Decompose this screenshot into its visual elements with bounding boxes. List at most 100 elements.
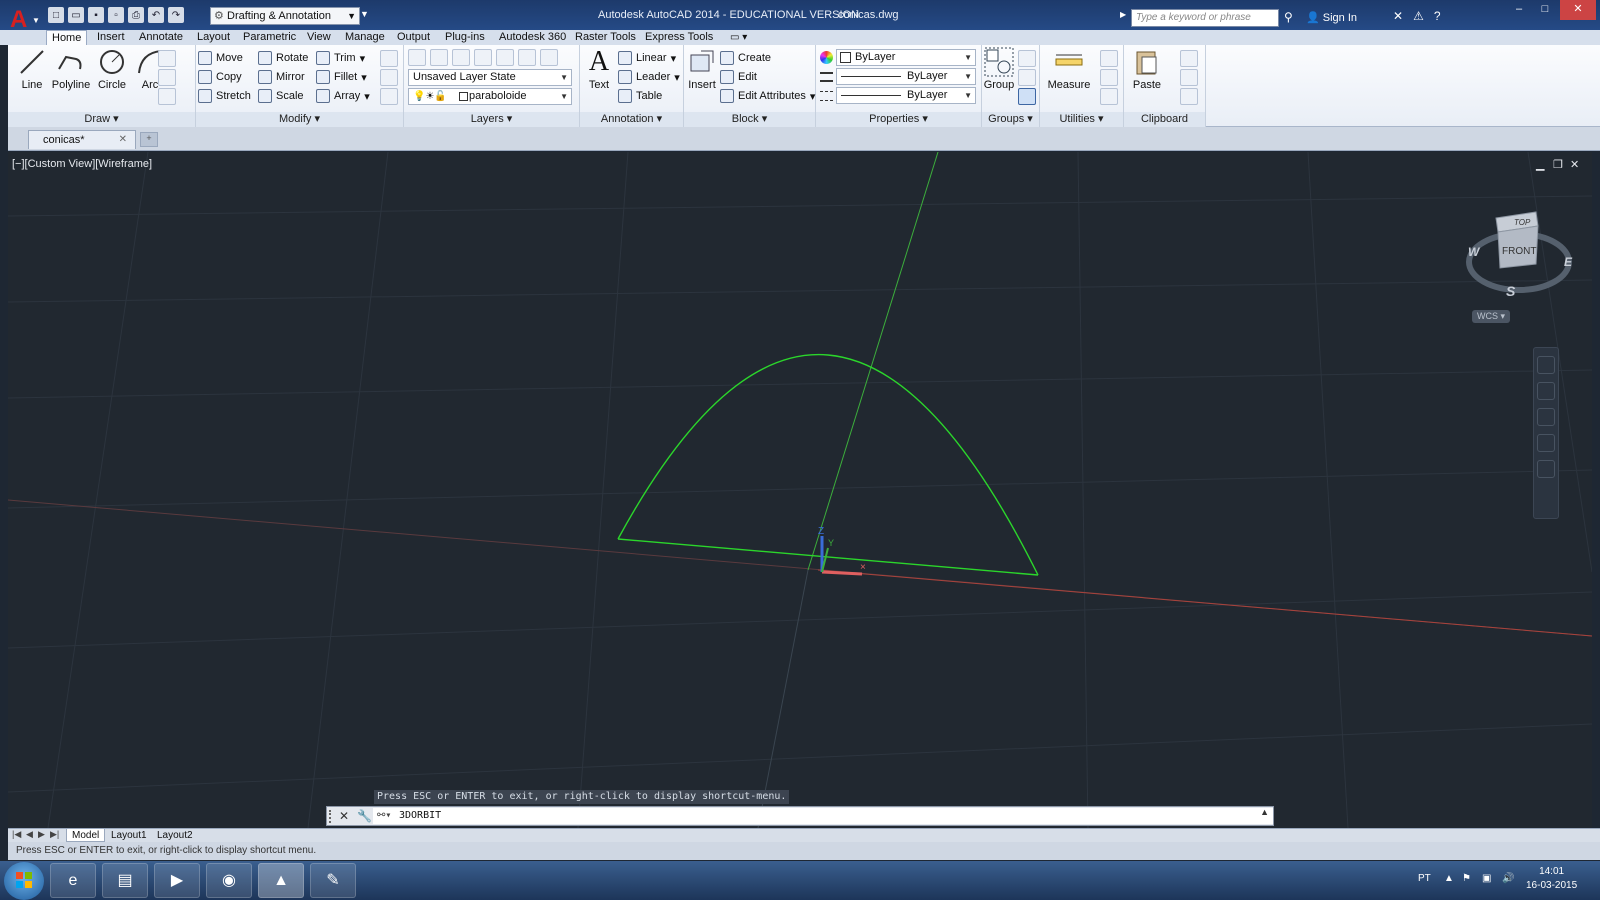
close-command-icon[interactable]: ✕	[339, 809, 349, 823]
copy-clip-icon[interactable]	[1180, 69, 1198, 86]
wcs-menu[interactable]: WCS ▾	[1472, 310, 1510, 323]
point-style-icon[interactable]	[1100, 69, 1118, 86]
offset-icon[interactable]	[380, 69, 398, 86]
action-center-icon[interactable]: ⚑	[1462, 873, 1471, 884]
table-button[interactable]: Table	[618, 87, 662, 105]
layer-lock-icon[interactable]	[496, 49, 514, 66]
tab-annotate[interactable]: Annotate	[134, 30, 188, 45]
close-button[interactable]: ✕	[1560, 0, 1596, 20]
system-clock[interactable]: 14:01 16-03-2015	[1526, 865, 1577, 893]
explode-icon[interactable]	[380, 88, 398, 105]
draw-panel-title[interactable]: Draw ▾	[8, 112, 195, 127]
linetype-dropdown[interactable]: ByLayer ▼	[836, 87, 976, 104]
save-icon[interactable]: ▪	[88, 7, 104, 23]
rotate-button[interactable]: Rotate	[258, 49, 308, 67]
viewcube[interactable]: TOP FRONT W E S	[1466, 211, 1573, 299]
utilities-panel-title[interactable]: Utilities ▾	[1040, 112, 1123, 127]
tab-parametric[interactable]: Parametric	[238, 30, 301, 45]
lineweight-dropdown[interactable]: ByLayer ▼	[836, 68, 976, 85]
insert-block-button[interactable]: Insert	[686, 47, 718, 91]
copy-button[interactable]: Copy	[198, 68, 242, 86]
leader-button[interactable]: Leader ▾	[618, 68, 680, 86]
layer-previous-icon[interactable]	[540, 49, 558, 66]
ribbon-options-icon[interactable]: ▭ ▾	[730, 32, 747, 43]
erase-icon[interactable]	[380, 50, 398, 67]
paste-button[interactable]: Paste	[1128, 47, 1166, 91]
viewport-restore-icon[interactable]: ❐	[1553, 158, 1563, 171]
drawing-canvas[interactable]: × Z Y TOP FRONT W E S	[8, 152, 1592, 828]
cut-icon[interactable]	[1180, 50, 1198, 67]
internet-explorer-icon[interactable]: e	[50, 863, 96, 898]
viewport-minimize-icon[interactable]: ▁	[1536, 158, 1544, 171]
customize-toolbar-icon[interactable]: ▼	[360, 9, 370, 23]
text-button[interactable]: A Text	[584, 47, 614, 92]
tab-home[interactable]: Home	[46, 30, 88, 45]
layer-freeze-icon[interactable]	[474, 49, 492, 66]
maximize-button[interactable]: □	[1532, 0, 1558, 20]
move-button[interactable]: Move	[198, 49, 243, 67]
groups-panel-title[interactable]: Groups ▾	[982, 112, 1039, 127]
zoom-icon[interactable]	[1537, 408, 1555, 426]
rectangle-icon[interactable]	[158, 50, 176, 67]
tab-autodesk-360[interactable]: Autodesk 360	[494, 30, 571, 45]
tab-layout[interactable]: Layout	[192, 30, 235, 45]
file-explorer-icon[interactable]: ▤	[102, 863, 148, 898]
properties-panel-title[interactable]: Properties ▾	[816, 112, 981, 127]
tab-manage[interactable]: Manage	[340, 30, 390, 45]
quick-select-icon[interactable]	[1100, 50, 1118, 67]
save-as-icon[interactable]: ▫	[108, 7, 124, 23]
mirror-button[interactable]: Mirror	[258, 68, 305, 86]
tab-raster-tools[interactable]: Raster Tools	[570, 30, 641, 45]
layer-isolate-icon[interactable]	[452, 49, 470, 66]
autocad-taskbar-icon[interactable]: ▲	[258, 863, 304, 898]
command-line-grip[interactable]	[329, 810, 333, 823]
network-icon[interactable]: ▣	[1482, 873, 1491, 884]
hatch-icon[interactable]	[158, 88, 176, 105]
fillet-button[interactable]: Fillet ▾	[316, 68, 367, 86]
viewport-close-icon[interactable]: ✕	[1570, 158, 1579, 171]
match-properties-icon[interactable]	[1180, 88, 1198, 105]
measure-button[interactable]: Measure	[1044, 47, 1094, 91]
edit-attributes-button[interactable]: Edit Attributes ▾	[720, 87, 815, 105]
layout-tab-layout1[interactable]: Layout1	[106, 829, 152, 842]
customize-command-icon[interactable]: 🔧	[357, 809, 372, 823]
command-history-toggle-icon[interactable]: ▲	[1260, 807, 1269, 817]
minimize-button[interactable]: –	[1506, 0, 1532, 20]
steering-wheel-icon[interactable]	[1537, 356, 1555, 374]
ungroup-icon[interactable]	[1018, 50, 1036, 67]
calculator-icon[interactable]	[1100, 88, 1118, 105]
color-dropdown[interactable]: ByLayer ▼	[836, 49, 976, 66]
new-file-icon[interactable]: □	[48, 7, 64, 23]
scale-button[interactable]: Scale	[258, 87, 304, 105]
tab-insert[interactable]: Insert	[92, 30, 130, 45]
expand-search-icon[interactable]: ▶	[1120, 10, 1128, 20]
undo-icon[interactable]: ↶	[148, 7, 164, 23]
media-player-icon[interactable]: ▶	[154, 863, 200, 898]
prev-layout-icon[interactable]: ◀	[26, 829, 33, 840]
search-input[interactable]: Type a keyword or phrase	[1131, 9, 1279, 27]
block-panel-title[interactable]: Block ▾	[684, 112, 815, 127]
linear-dimension-button[interactable]: Linear ▾	[618, 49, 676, 67]
sign-in-button[interactable]: 👤 Sign In	[1306, 11, 1357, 24]
polyline-button[interactable]: Polyline	[46, 47, 96, 91]
layers-panel-title[interactable]: Layers ▾	[404, 112, 579, 127]
group-selection-icon[interactable]	[1018, 88, 1036, 105]
showmotion-icon[interactable]	[1537, 460, 1555, 478]
exchange-icon[interactable]: ✕	[1393, 9, 1403, 23]
workspace-dropdown[interactable]: ⚙ Drafting & Annotation ▼	[210, 7, 360, 25]
annotation-panel-title[interactable]: Annotation ▾	[580, 112, 683, 127]
edit-block-button[interactable]: Edit	[720, 68, 757, 86]
tab-view[interactable]: View	[302, 30, 336, 45]
tab-output[interactable]: Output	[392, 30, 435, 45]
first-layout-icon[interactable]: |◀	[12, 829, 21, 840]
layer-properties-icon[interactable]	[408, 49, 426, 66]
print-icon[interactable]: ⎙	[128, 7, 144, 23]
modify-panel-title[interactable]: Modify ▾	[196, 112, 403, 127]
paint-icon[interactable]: ✎	[310, 863, 356, 898]
trim-button[interactable]: Trim ▾	[316, 49, 365, 67]
viewport-controls-label[interactable]: [−][Custom View][Wireframe]	[12, 158, 152, 170]
open-file-icon[interactable]: ▭	[68, 7, 84, 23]
layer-state-dropdown[interactable]: Unsaved Layer State ▼	[408, 69, 572, 86]
command-input[interactable]: ⚯▾ 3DORBIT	[373, 808, 1273, 824]
tab-plug-ins[interactable]: Plug-ins	[440, 30, 490, 45]
